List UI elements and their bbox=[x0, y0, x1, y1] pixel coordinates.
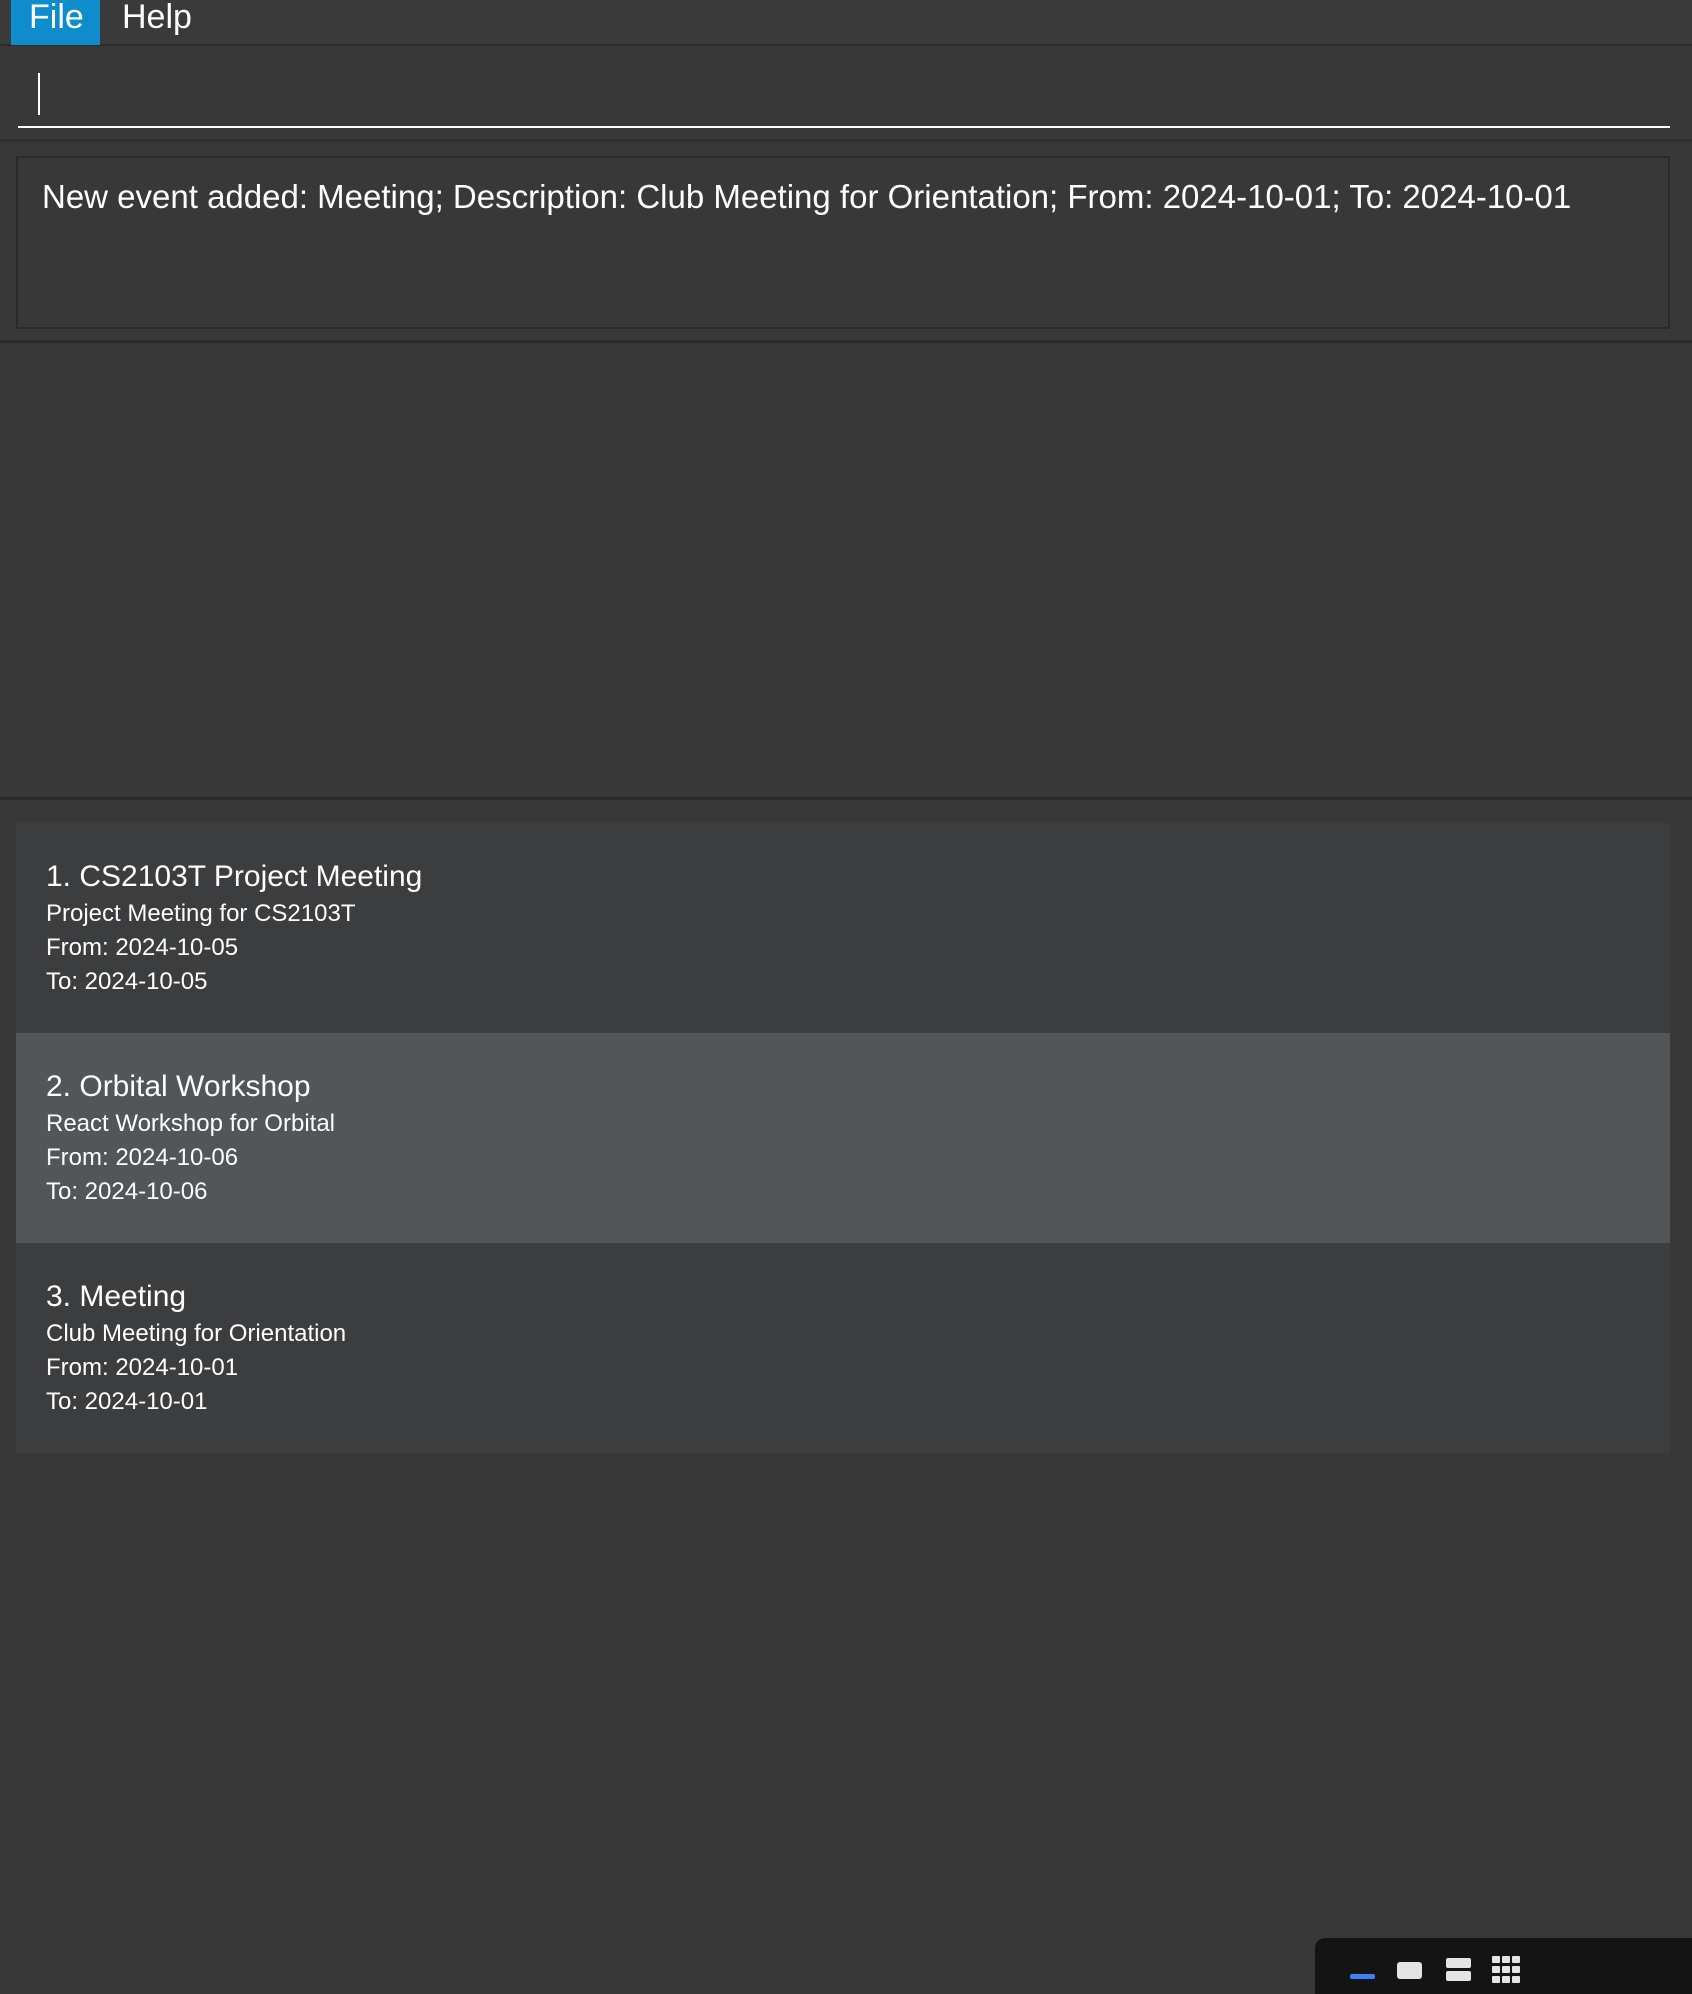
event-to: To: 2024-10-06 bbox=[46, 1178, 208, 1205]
grid-icon[interactable] bbox=[1492, 1956, 1522, 1984]
event-to: To: 2024-10-01 bbox=[46, 1388, 208, 1415]
event-card[interactable]: 2. Orbital Workshop React Workshop for O… bbox=[16, 1033, 1670, 1243]
text-caret bbox=[38, 73, 40, 115]
window-controls-dock bbox=[1315, 1938, 1692, 1994]
event-title: 1. CS2103T Project Meeting bbox=[46, 860, 423, 893]
event-to: To: 2024-10-05 bbox=[46, 968, 208, 995]
event-card[interactable]: 1. CS2103T Project Meeting Project Meeti… bbox=[16, 823, 1670, 1033]
result-display-panel: New event added: Meeting; Description: C… bbox=[0, 145, 1692, 343]
menu-help[interactable]: Help bbox=[104, 0, 210, 46]
event-description: React Workshop for Orbital bbox=[46, 1110, 335, 1137]
menu-bar: File Help bbox=[0, 0, 1692, 46]
menu-file[interactable]: File bbox=[11, 0, 100, 45]
event-card[interactable]: 3. Meeting Club Meeting for Orientation … bbox=[16, 1243, 1670, 1453]
empty-panel bbox=[0, 343, 1692, 800]
event-description: Club Meeting for Orientation bbox=[46, 1320, 347, 1347]
split-window-icon[interactable] bbox=[1446, 1958, 1471, 1982]
event-list: 1. CS2103T Project Meeting Project Meeti… bbox=[16, 823, 1670, 1453]
command-box bbox=[0, 48, 1692, 142]
event-title: 3. Meeting bbox=[46, 1280, 187, 1313]
event-from: From: 2024-10-05 bbox=[46, 934, 239, 961]
minimize-icon[interactable] bbox=[1350, 1974, 1375, 1979]
event-from: From: 2024-10-06 bbox=[46, 1144, 239, 1171]
event-title: 2. Orbital Workshop bbox=[46, 1070, 311, 1103]
single-window-icon[interactable] bbox=[1397, 1962, 1422, 1979]
event-from: From: 2024-10-01 bbox=[46, 1354, 239, 1381]
event-description: Project Meeting for CS2103T bbox=[46, 900, 356, 927]
result-message: New event added: Meeting; Description: C… bbox=[16, 156, 1670, 329]
command-input[interactable] bbox=[18, 62, 1670, 128]
